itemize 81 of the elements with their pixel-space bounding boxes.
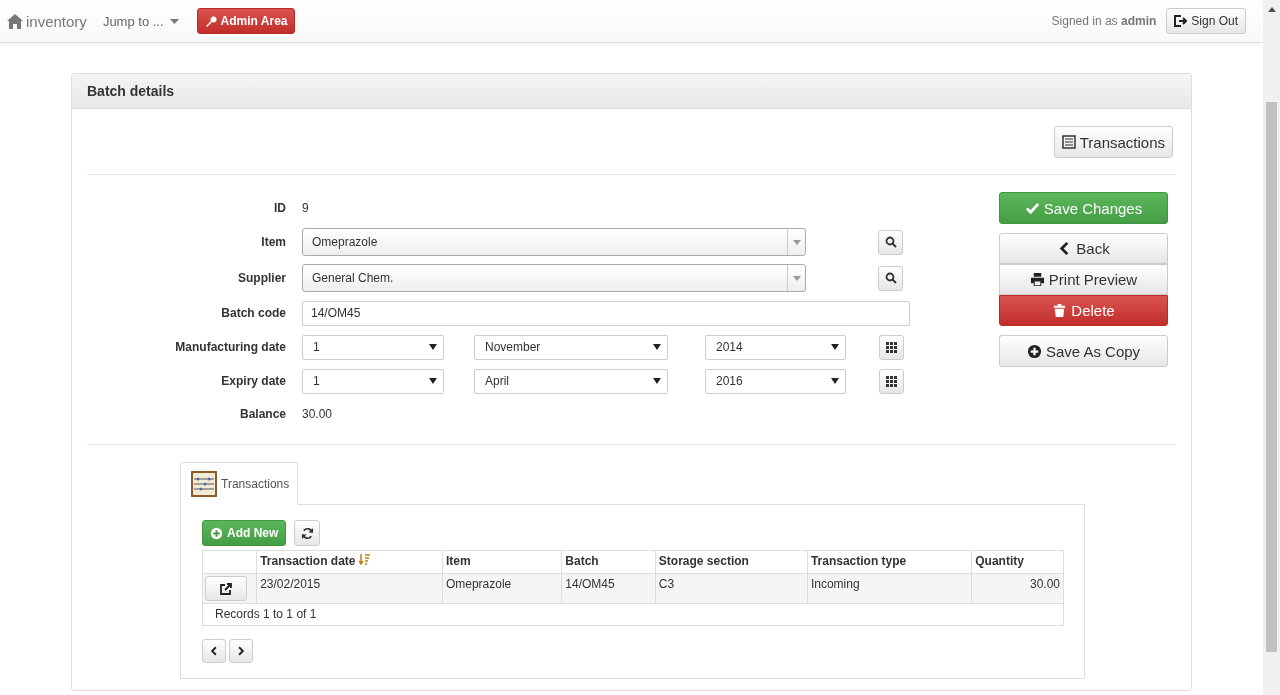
select-field[interactable]: Omeprazole: [302, 228, 806, 256]
caret-icon: [169, 18, 179, 24]
next-page-button[interactable]: [229, 639, 253, 663]
refresh-button[interactable]: [294, 520, 321, 546]
table-cell: C3: [655, 573, 808, 604]
caret-icon: [831, 344, 839, 350]
table-cell: Omeprazole: [442, 573, 562, 604]
trash-icon: [1052, 303, 1068, 318]
sign-out-icon: [1174, 15, 1188, 27]
calendar-button[interactable]: [879, 368, 904, 394]
table-cell: Incoming: [807, 573, 972, 604]
action-button[interactable]: Back: [999, 233, 1168, 264]
wrench-icon: [204, 15, 217, 27]
dropdown-field[interactable]: 2014: [705, 334, 846, 360]
panel-title: Batch details: [72, 74, 1191, 109]
open-record-button[interactable]: [205, 576, 247, 601]
caret-icon: [831, 378, 839, 384]
caret-icon: [653, 344, 661, 350]
jump-menu[interactable]: Jump to ...: [102, 13, 179, 29]
list-icon: [1061, 135, 1076, 149]
table-cell: 23/02/2015: [256, 573, 443, 604]
transactions-button[interactable]: Transactions: [1053, 126, 1173, 158]
dropdown-field[interactable]: 1: [302, 334, 444, 360]
signed-in-text: Signed in as admin: [1051, 14, 1157, 28]
caret-icon: [653, 378, 661, 384]
column-header[interactable]: Batch: [561, 550, 656, 574]
scroll-up-icon[interactable]: [1267, 7, 1276, 12]
field-label: Supplier: [237, 271, 287, 285]
action-button[interactable]: Delete: [999, 295, 1168, 326]
dropdown-field[interactable]: 1: [302, 368, 444, 394]
external-link-icon: [220, 582, 232, 595]
search-icon: [884, 272, 897, 284]
brand-link[interactable]: inventory: [26, 12, 87, 30]
field-label: Item: [260, 235, 287, 249]
refresh-icon: [300, 526, 314, 540]
column-header[interactable]: Quantity: [971, 550, 1064, 574]
scrollbar[interactable]: [1263, 0, 1280, 695]
field-value: 30.00: [302, 407, 333, 421]
field-label: Expiry date: [220, 374, 287, 388]
select-field[interactable]: General Chem.: [302, 264, 806, 292]
chevron-right-icon: [236, 646, 246, 656]
dropdown-field[interactable]: April: [474, 368, 668, 394]
search-icon: [884, 236, 897, 248]
table-cell: 14/OM45: [561, 573, 656, 604]
table-cell: 30.00: [971, 573, 1064, 604]
caret-icon: [429, 378, 437, 384]
dropdown-field[interactable]: 2016: [705, 368, 846, 394]
caret-icon: [429, 344, 437, 350]
sign-out-button[interactable]: Sign Out: [1166, 8, 1246, 34]
search-button[interactable]: [878, 229, 903, 255]
field-label: Batch code: [220, 306, 287, 320]
admin-area-button[interactable]: Admin Area: [196, 8, 296, 34]
caret-icon: [792, 239, 801, 245]
action-button[interactable]: Print Preview: [999, 264, 1168, 295]
plus-circle-icon: [1026, 343, 1042, 359]
action-button[interactable]: Save As Copy: [999, 335, 1168, 367]
text-field[interactable]: 14/OM45: [302, 300, 910, 326]
sort-icon: [358, 554, 370, 565]
field-label: ID: [273, 201, 287, 215]
caret-icon: [792, 275, 801, 281]
records-count: Records 1 to 1 of 1: [202, 603, 1064, 626]
grid-icon: [886, 375, 897, 387]
check-icon: [1024, 200, 1040, 216]
home-icon: [7, 13, 23, 29]
column-header[interactable]: Transaction date: [256, 550, 443, 574]
field-label: Balance: [238, 407, 287, 421]
field-label: Manufacturing date: [174, 340, 287, 354]
chevron-left-icon: [209, 646, 219, 656]
column-header[interactable]: Storage section: [655, 550, 808, 574]
field-value: 9: [302, 201, 309, 215]
printer-icon: [1029, 272, 1045, 287]
previous-page-button[interactable]: [202, 639, 226, 663]
column-header[interactable]: Transaction type: [807, 550, 972, 574]
dropdown-field[interactable]: November: [474, 334, 668, 360]
abacus-icon: [191, 470, 217, 497]
column-header[interactable]: Item: [442, 550, 562, 574]
search-button[interactable]: [878, 265, 903, 291]
tab[interactable]: Transactions: [180, 462, 299, 505]
plus-circle-icon: [210, 526, 223, 540]
calendar-button[interactable]: [879, 334, 904, 360]
grid-icon: [886, 341, 897, 353]
